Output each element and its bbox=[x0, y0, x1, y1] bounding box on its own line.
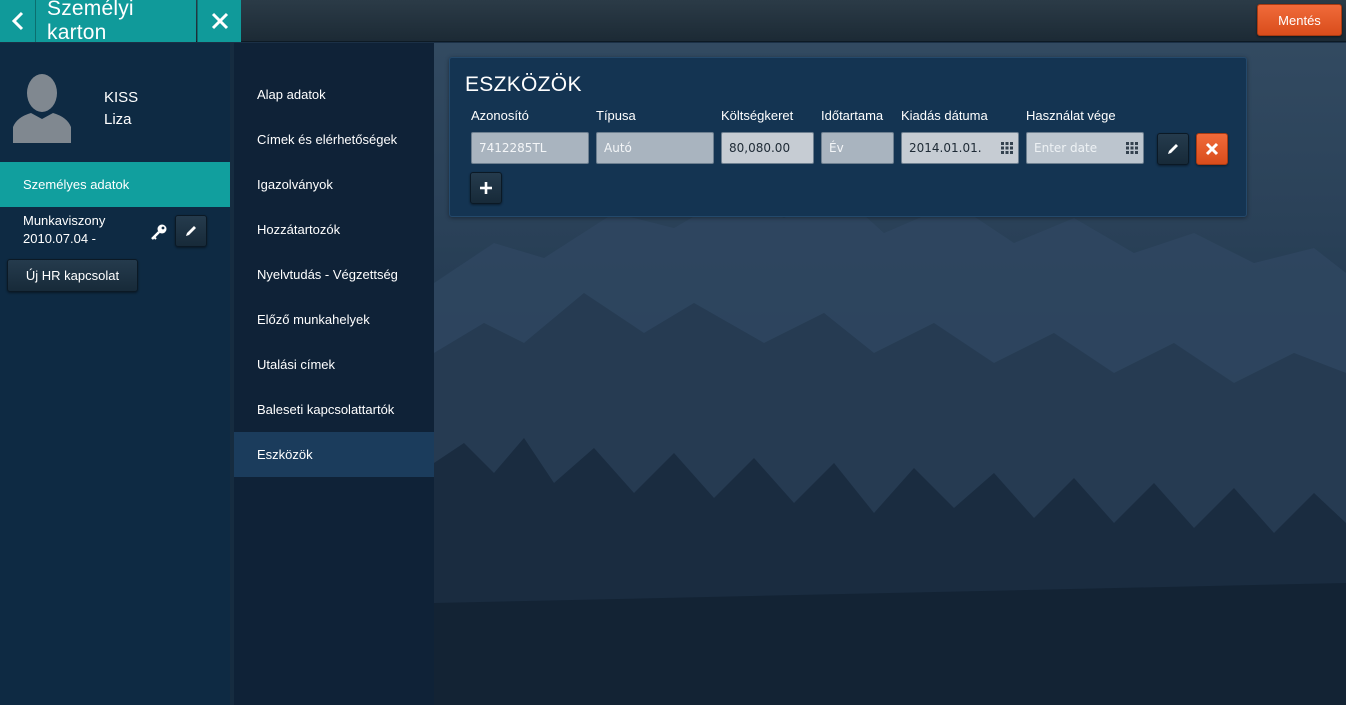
asset-type-input[interactable]: Autó bbox=[596, 132, 714, 164]
issue-date-input[interactable]: 2014.01.01. bbox=[901, 132, 1019, 164]
add-asset-button[interactable] bbox=[470, 172, 502, 204]
avatar bbox=[13, 74, 71, 143]
delete-asset-button[interactable] bbox=[1196, 133, 1228, 165]
edit-asset-button[interactable] bbox=[1157, 133, 1189, 165]
calendar-icon[interactable] bbox=[1126, 142, 1138, 154]
header-issue-date: Kiadás dátuma bbox=[901, 108, 988, 123]
nav-item-basic-data[interactable]: Alap adatok bbox=[234, 72, 434, 117]
calendar-icon[interactable] bbox=[1001, 142, 1013, 154]
assets-card: ESZKÖZÖK Azonosító Típusa Költségkeret I… bbox=[449, 57, 1247, 217]
back-button[interactable] bbox=[0, 0, 36, 42]
nav-item-bank-accounts[interactable]: Utalási címek bbox=[234, 342, 434, 387]
nav-item-assets[interactable]: Eszközök bbox=[234, 432, 440, 477]
end-date-placeholder: Enter date bbox=[1034, 141, 1098, 155]
edit-employment-button[interactable] bbox=[175, 215, 207, 247]
issue-date-value: 2014.01.01. bbox=[909, 141, 982, 155]
end-date-input[interactable]: Enter date bbox=[1026, 132, 1144, 164]
close-icon bbox=[211, 12, 228, 30]
nav-item-emergency-contacts[interactable]: Baleseti kapcsolattartók bbox=[234, 387, 434, 432]
plus-icon bbox=[480, 182, 492, 194]
nav-item-ids[interactable]: Igazolványok bbox=[234, 162, 434, 207]
close-button[interactable] bbox=[197, 0, 241, 42]
page-title: Személyi karton bbox=[36, 0, 196, 44]
save-button[interactable]: Mentés bbox=[1257, 4, 1342, 36]
header-id: Azonosító bbox=[471, 108, 529, 123]
header-end-date: Használat vége bbox=[1026, 108, 1116, 123]
header-type: Típusa bbox=[596, 108, 636, 123]
menu-personal-data[interactable]: Személyes adatok bbox=[0, 162, 238, 207]
profile-panel: KISS Liza Személyes adatok Munkaviszony … bbox=[0, 43, 238, 705]
section-nav: Alap adatok Címek és elérhetőségek Igazo… bbox=[234, 43, 440, 705]
header-duration: Időtartama bbox=[821, 108, 884, 123]
asset-id-input[interactable]: 7412285TL bbox=[471, 132, 589, 164]
last-name: KISS bbox=[104, 89, 139, 106]
nav-item-addresses[interactable]: Címek és elérhetőségek bbox=[234, 117, 434, 162]
employment-date: 2010.07.04 - bbox=[23, 231, 97, 246]
new-hr-connection-button[interactable]: Új HR kapcsolat bbox=[7, 259, 138, 292]
asset-duration-input[interactable]: Év bbox=[821, 132, 894, 164]
chevron-left-icon bbox=[11, 11, 23, 31]
first-name: Liza bbox=[104, 111, 132, 128]
key-icon[interactable] bbox=[150, 223, 168, 241]
employment-label[interactable]: Munkaviszony bbox=[23, 213, 105, 228]
nav-item-languages[interactable]: Nyelvtudás - Végzettség bbox=[234, 252, 434, 297]
top-bar: Személyi karton Mentés bbox=[0, 0, 1346, 44]
close-icon bbox=[1205, 142, 1219, 156]
assets-title: ESZKÖZÖK bbox=[465, 73, 582, 96]
asset-budget-input[interactable]: 80,080.00 bbox=[721, 132, 814, 164]
pencil-icon bbox=[186, 226, 196, 236]
header-budget: Költségkeret bbox=[721, 108, 794, 123]
nav-item-previous-jobs[interactable]: Előző munkahelyek bbox=[234, 297, 434, 342]
nav-item-relatives[interactable]: Hozzátartozók bbox=[234, 207, 434, 252]
pencil-icon bbox=[1168, 144, 1178, 154]
